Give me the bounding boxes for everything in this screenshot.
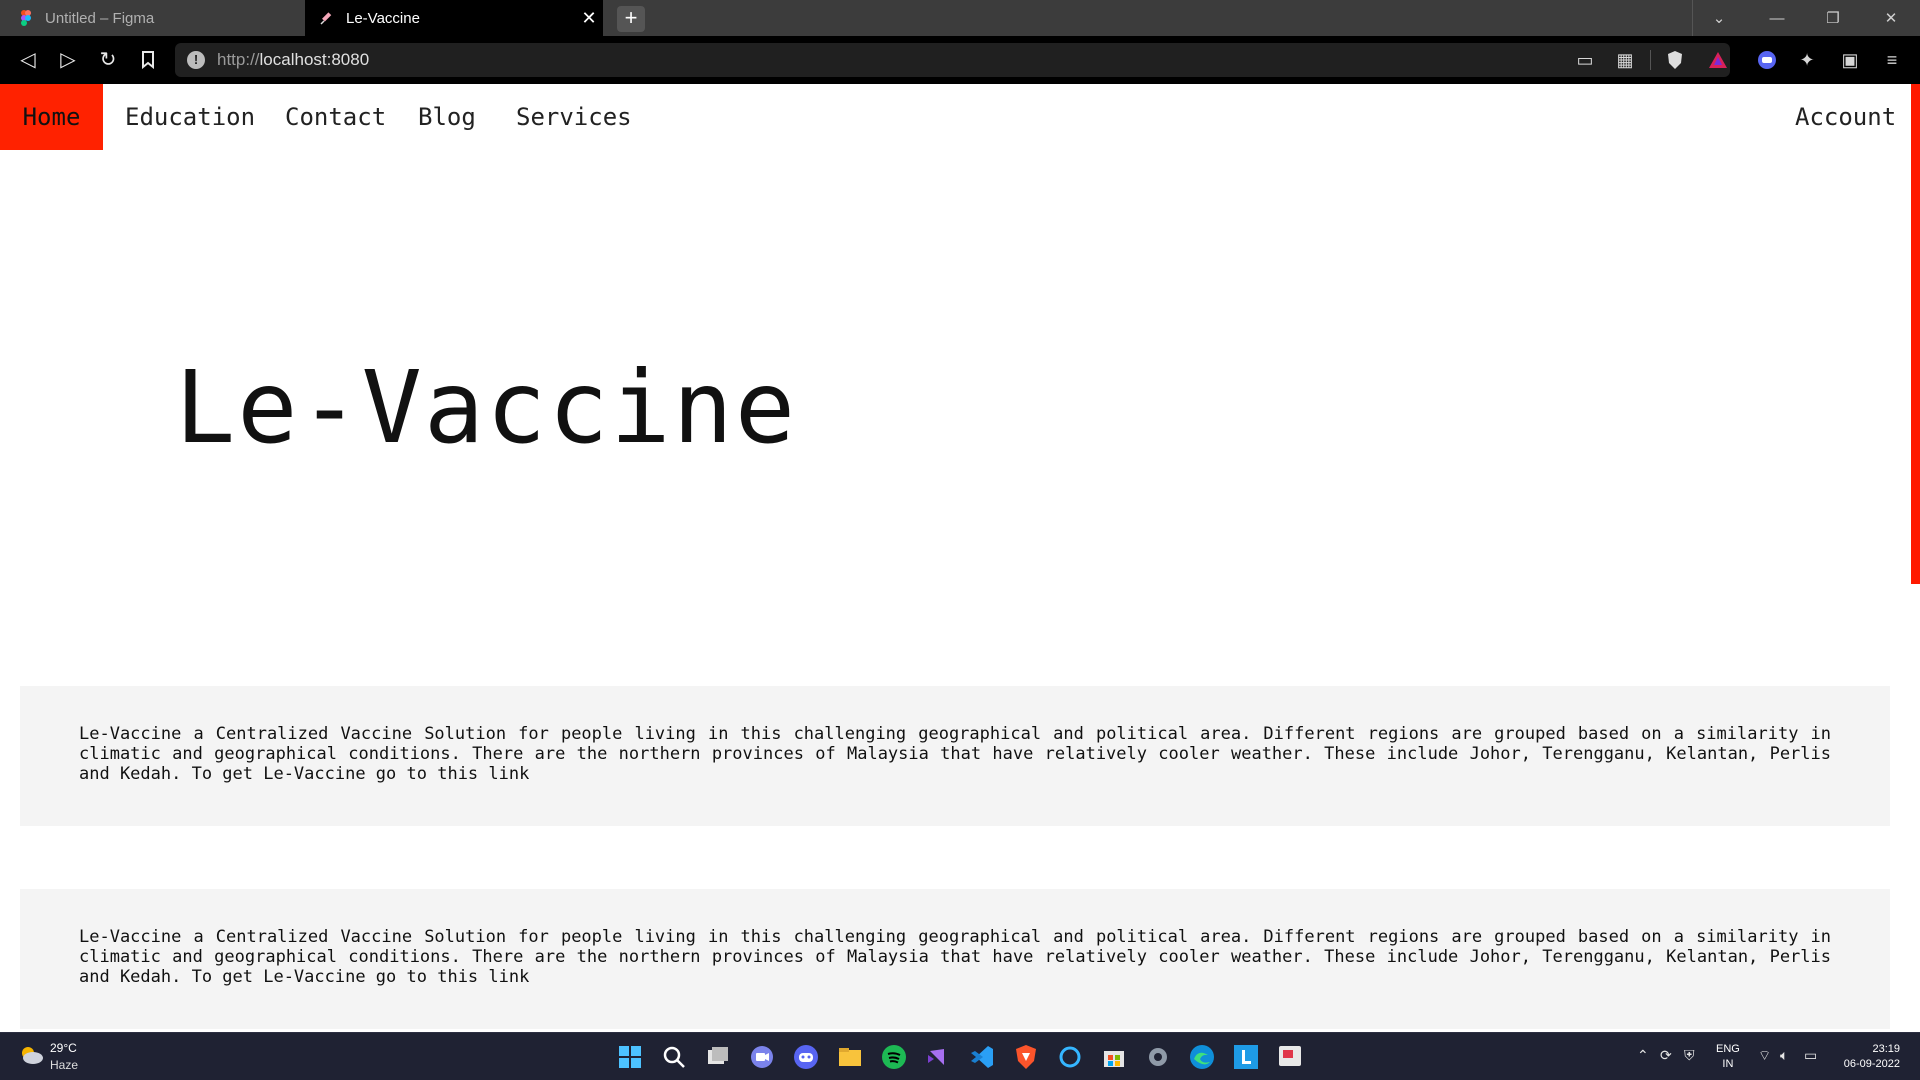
nav-education[interactable]: Education	[125, 84, 255, 150]
tab-le-vaccine[interactable]: Le-Vaccine ✕	[305, 0, 603, 36]
nav-account[interactable]: Account	[1795, 84, 1896, 150]
sync-icon[interactable]: ⟳	[1660, 1047, 1672, 1064]
minimize-button[interactable]: —	[1752, 0, 1802, 36]
cortana-icon[interactable]	[1056, 1043, 1084, 1071]
brave-shields-icon[interactable]	[1663, 48, 1687, 72]
input-language[interactable]: ENG IN	[1716, 1042, 1740, 1072]
file-explorer-icon[interactable]	[836, 1043, 864, 1071]
back-button[interactable]: ◁	[14, 46, 42, 74]
tab-label: Le-Vaccine	[346, 9, 420, 27]
menu-icon[interactable]: ≡	[1880, 48, 1904, 72]
close-window-button[interactable]: ✕	[1866, 0, 1916, 36]
discord-icon[interactable]	[792, 1043, 820, 1071]
tab-label: Untitled – Figma	[45, 9, 155, 27]
close-tab-icon[interactable]: ✕	[575, 8, 603, 29]
spotify-icon[interactable]	[880, 1043, 908, 1071]
info-text: Le-Vaccine a Centralized Vaccine Solutio…	[79, 724, 1831, 784]
settings-gear-icon[interactable]	[1144, 1043, 1172, 1071]
weather-description[interactable]: Haze	[50, 1058, 78, 1072]
info-box: Le-Vaccine a Centralized Vaccine Solutio…	[20, 889, 1890, 1029]
address-bar[interactable]: ! http://localhost:8080 ▭ ▦	[175, 43, 1730, 77]
windows-start-icon[interactable]	[616, 1043, 644, 1071]
brave-rewards-icon[interactable]	[1706, 48, 1730, 72]
bookmark-icon[interactable]	[134, 46, 162, 74]
divider	[1650, 50, 1651, 70]
restore-button[interactable]: ❐	[1808, 0, 1858, 36]
task-view-icon[interactable]	[704, 1043, 732, 1071]
divider	[1692, 0, 1693, 36]
vscode-icon[interactable]	[968, 1043, 996, 1071]
nav-contact[interactable]: Contact	[285, 84, 386, 150]
url-text: http://localhost:8080	[217, 50, 370, 69]
browser-toolbar: ◁ ▷ ↻ ! http://localhost:8080 ▭ ▦ ✦ ▣ ≡	[0, 36, 1920, 84]
system-clock[interactable]: 23:19 06-09-2022	[1844, 1042, 1900, 1072]
page-viewport: Home Education Contact Blog Services Acc…	[0, 84, 1920, 1032]
show-hidden-icons-icon[interactable]: ⌃	[1637, 1047, 1649, 1064]
weather-haze-icon	[22, 1047, 43, 1064]
weather-temperature[interactable]: 29°C	[50, 1041, 77, 1055]
tab-figma[interactable]: Untitled – Figma	[0, 0, 304, 36]
browser-tab-strip: Untitled – Figma Le-Vaccine ✕ + ⌄ — ❐ ✕	[0, 0, 1920, 36]
scrollbar-thumb[interactable]	[1911, 84, 1920, 584]
nav-services[interactable]: Services	[516, 84, 632, 150]
taskbar: 29°C Haze ⌃ ⟳ ⛨ ENG IN ⌔ 🔈︎ ▭ 23:19 06-09-…	[0, 1032, 1920, 1080]
volume-icon[interactable]: 🔈︎	[1780, 1047, 1788, 1064]
forward-button[interactable]: ▷	[54, 46, 82, 74]
nav-blog[interactable]: Blog	[418, 84, 476, 150]
syringe-icon	[319, 10, 335, 26]
wifi-icon[interactable]: ⌔	[1758, 1047, 1771, 1065]
edge-browser-icon[interactable]	[1188, 1043, 1216, 1071]
top-navigation: Home Education Contact Blog Services Acc…	[0, 84, 1910, 150]
info-text: Le-Vaccine a Centralized Vaccine Solutio…	[79, 927, 1831, 987]
cast-icon[interactable]: ▭	[1573, 48, 1597, 72]
launcher-l-icon[interactable]	[1232, 1043, 1260, 1071]
extensions-icon[interactable]: ✦	[1795, 48, 1819, 72]
battery-icon[interactable]: ▭	[1804, 1047, 1817, 1064]
info-box: Le-Vaccine a Centralized Vaccine Solutio…	[20, 686, 1890, 826]
microsoft-store-icon[interactable]	[1100, 1043, 1128, 1071]
new-tab-button[interactable]: +	[617, 6, 645, 32]
hero-title: Le-Vaccine	[175, 349, 798, 466]
visual-studio-icon[interactable]	[924, 1043, 952, 1071]
tab-search-icon[interactable]: ⌄	[1694, 0, 1744, 36]
teams-chat-icon[interactable]	[748, 1043, 776, 1071]
figma-icon	[18, 10, 34, 26]
snipping-tool-icon[interactable]	[1276, 1043, 1304, 1071]
reload-button[interactable]: ↻	[94, 46, 122, 74]
discord-extension-icon[interactable]	[1755, 48, 1779, 72]
security-shield-icon[interactable]: ⛨	[1684, 1047, 1695, 1064]
brave-browser-icon[interactable]	[1012, 1043, 1040, 1071]
qr-code-icon[interactable]: ▦	[1613, 48, 1637, 72]
info-icon[interactable]: !	[187, 51, 205, 69]
wallet-icon[interactable]: ▣	[1838, 48, 1862, 72]
search-icon[interactable]	[660, 1043, 688, 1071]
nav-home[interactable]: Home	[0, 84, 103, 150]
